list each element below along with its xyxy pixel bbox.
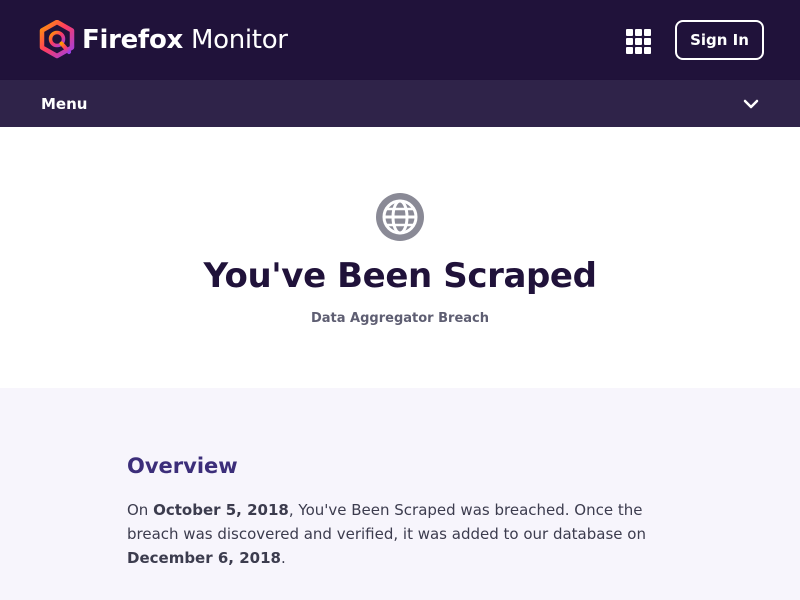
firefox-monitor-logo[interactable]: Firefox Monitor: [38, 20, 288, 60]
apps-grid-icon[interactable]: [626, 29, 651, 54]
logo-wordmark: Firefox Monitor: [82, 20, 288, 60]
overview-heading: Overview: [127, 454, 238, 478]
breach-date: October 5, 2018: [153, 501, 289, 519]
breach-hero: You've Been Scraped Data Aggregator Brea…: [0, 127, 800, 388]
menu-label: Menu: [41, 95, 88, 113]
logo-product-text: Monitor: [190, 25, 288, 55]
globe-icon: [375, 192, 425, 242]
menu-toggle-bar[interactable]: Menu: [0, 80, 800, 127]
firefox-monitor-logo-icon: [39, 20, 75, 59]
logo-brand-text: Firefox: [82, 25, 183, 55]
chevron-down-icon[interactable]: [742, 98, 760, 110]
sign-in-button[interactable]: Sign In: [675, 20, 764, 60]
overview-text-start: On: [127, 501, 154, 519]
overview-section: Overview On October 5, 2018, You've Been…: [0, 388, 800, 600]
breach-title: You've Been Scraped: [203, 256, 597, 296]
added-date: December 6, 2018: [127, 549, 281, 567]
overview-text-end: .: [280, 549, 286, 567]
top-header: Firefox Monitor Sign In: [0, 0, 800, 80]
breach-category: Data Aggregator Breach: [310, 311, 489, 326]
overview-paragraph: On October 5, 2018, You've Been Scraped …: [127, 498, 687, 570]
